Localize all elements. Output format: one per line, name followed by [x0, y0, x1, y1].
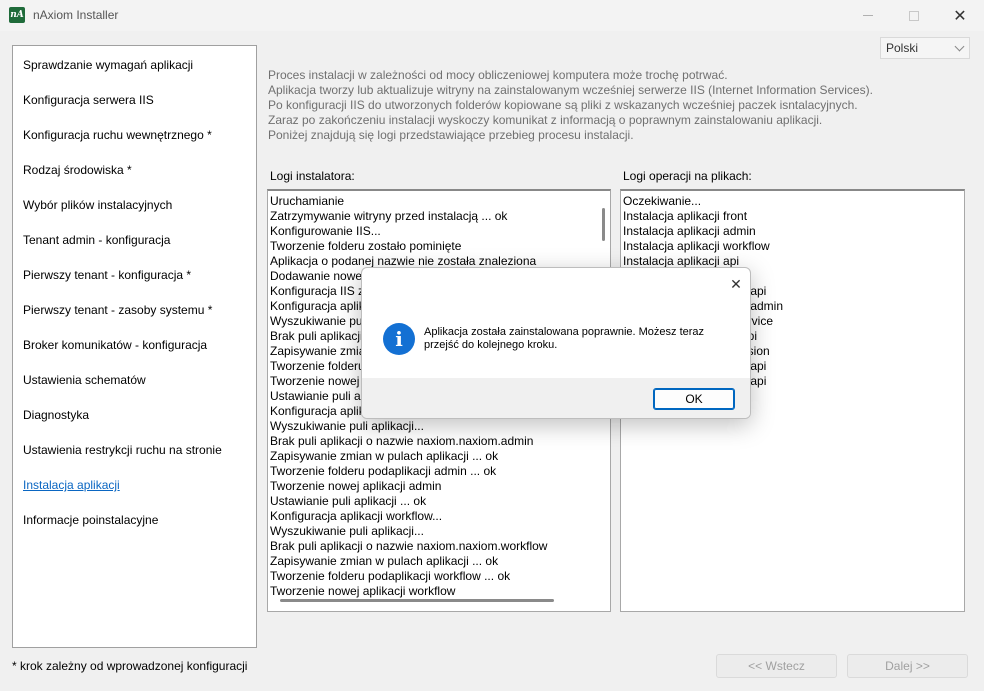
log-line: Tworzenie folderu — [270, 359, 365, 373]
close-icon: ✕ — [730, 276, 742, 292]
minimize-icon — [863, 15, 873, 16]
ok-button[interactable]: OK — [653, 388, 735, 410]
log-line: Zapisywanie zmian w pulach aplikacji ...… — [270, 554, 499, 568]
dialog-close-button[interactable]: ✕ — [728, 276, 744, 292]
sidebar-item[interactable]: Pierwszy tenant - konfiguracja * — [23, 268, 191, 282]
sidebar-item[interactable]: Tenant admin - konfiguracja — [23, 233, 170, 247]
window-title: nAxiom Installer — [33, 8, 119, 22]
log-line: Instalacja aplikacji api — [623, 254, 740, 268]
log-line: Konfiguracja aplikacji workflow... — [270, 509, 443, 523]
sidebar-item[interactable]: Pierwszy tenant - zasoby systemu * — [23, 303, 212, 317]
steps-sidebar: Sprawdzanie wymagań aplikacji Konfiguracj… — [12, 45, 257, 648]
log-line: Brak puli aplikacji — [270, 329, 363, 343]
sidebar-item[interactable]: Ustawienia restrykcji ruchu na stronie — [23, 443, 222, 457]
sidebar-item[interactable]: Instalacja aplikacji — [23, 478, 120, 492]
maximize-icon — [909, 10, 919, 21]
dialog-message: Aplikacja została zainstalowana poprawni… — [424, 326, 734, 352]
vertical-scrollbar[interactable] — [602, 208, 605, 241]
sidebar-item[interactable]: Informacje poinstalacyjne — [23, 513, 158, 527]
log-line: Tworzenie folderu podaplikacji workflow … — [270, 569, 511, 583]
log-line: Wyszukiwanie puli aplikacji... — [270, 524, 424, 538]
log-line: Instalacja aplikacji front — [623, 209, 748, 223]
title-bar: nA nAxiom Installer ✕ — [0, 0, 984, 31]
log-line: Tworzenie nowej — [270, 374, 360, 388]
dialog-message-line: przejść do kolejnego kroku. — [424, 339, 558, 351]
sidebar-item[interactable]: Broker komunikatów - konfiguracja — [23, 338, 207, 352]
description-line: Po konfiguracji IIS do utworzonych folde… — [268, 98, 858, 112]
back-button[interactable]: << Wstecz — [716, 654, 837, 678]
log-line: Tworzenie folderu podaplikacji admin ...… — [270, 464, 497, 478]
language-select[interactable]: Polski — [880, 37, 970, 59]
description-line: Zaraz po zakończeniu instalacji wyskoczy… — [268, 113, 823, 127]
log-line: Aplikacja o podanej nazwie nie została z… — [270, 254, 537, 268]
log-line: Zapisywanie zmian — [270, 344, 373, 358]
sidebar-item[interactable]: Sprawdzanie wymagań aplikacji — [23, 58, 193, 72]
sidebar-item[interactable]: Konfiguracja serwera IIS — [23, 93, 154, 107]
horizontal-scrollbar[interactable] — [280, 599, 554, 602]
description-line: Aplikacja tworzy lub aktualizuje witryny… — [268, 83, 873, 97]
log-line: Konfiguracja aplik — [270, 404, 365, 418]
log-line: Instalacja aplikacji admin — [623, 224, 756, 238]
dialog-footer: OK — [362, 378, 750, 418]
description-line: Poniżej znajdują się logi przedstawiając… — [268, 128, 634, 142]
log-line: Konfiguracja IIS z — [270, 284, 365, 298]
log-line: Konfiguracja aplik — [270, 299, 365, 313]
sidebar-item[interactable]: Wybór plików instalacyjnych — [23, 198, 172, 212]
log-line: Brak puli aplikacji o nazwie naxiom.naxi… — [270, 434, 534, 448]
log-line: Wyszukiwanie puli aplikacji... — [270, 419, 424, 433]
dialog-message-line: Aplikacja została zainstalowana poprawni… — [424, 326, 705, 338]
log-line: Tworzenie nowej aplikacji admin — [270, 479, 442, 493]
footnote: * krok zależny od wprowadzonej konfigura… — [12, 659, 248, 673]
description-line: Proces instalacji w zależności od mocy o… — [268, 68, 728, 82]
log-line: Uruchamianie — [270, 194, 345, 208]
log-line: Wyszukiwanie pul — [270, 314, 366, 328]
log-line: Oczekiwanie... — [623, 194, 702, 208]
log-line: Ustawianie puli ap — [270, 389, 368, 403]
close-window-button[interactable]: ✕ — [937, 0, 983, 31]
language-select-value: Polski — [886, 41, 919, 55]
file-log-label: Logi operacji na plikach: — [623, 169, 752, 183]
log-line: Konfigurowanie IIS... — [270, 224, 381, 238]
description-text: Proces instalacji w zależności od mocy o… — [268, 68, 873, 143]
minimize-button[interactable] — [845, 0, 891, 31]
log-line: Dodawanie nowej — [270, 269, 365, 283]
sidebar-item[interactable]: Ustawienia schematów — [23, 373, 146, 387]
chevron-down-icon — [954, 41, 965, 52]
log-line: Zapisywanie zmian w pulach aplikacji ...… — [270, 449, 499, 463]
log-line: Instalacja aplikacji workflow — [623, 239, 770, 253]
success-dialog: ✕ i Aplikacja została zainstalowana popr… — [361, 267, 751, 419]
sidebar-item[interactable]: Konfiguracja ruchu wewnętrznego * — [23, 128, 212, 142]
info-icon: i — [383, 323, 415, 355]
next-button[interactable]: Dalej >> — [847, 654, 968, 678]
log-line: Tworzenie nowej aplikacji workflow — [270, 584, 456, 598]
log-line: Brak puli aplikacji o nazwie naxiom.naxi… — [270, 539, 548, 553]
log-line: Zatrzymywanie witryny przed instalacją .… — [270, 209, 508, 223]
log-line: Ustawianie puli aplikacji ... ok — [270, 494, 427, 508]
close-icon: ✕ — [953, 7, 967, 25]
installer-log-label: Logi instalatora: — [270, 169, 355, 183]
log-line: Tworzenie folderu zostało pominięte — [270, 239, 462, 253]
sidebar-item[interactable]: Diagnostyka — [23, 408, 89, 422]
app-logo-icon: nA — [9, 7, 25, 23]
maximize-button[interactable] — [891, 0, 937, 31]
sidebar-item[interactable]: Rodzaj środowiska * — [23, 163, 132, 177]
